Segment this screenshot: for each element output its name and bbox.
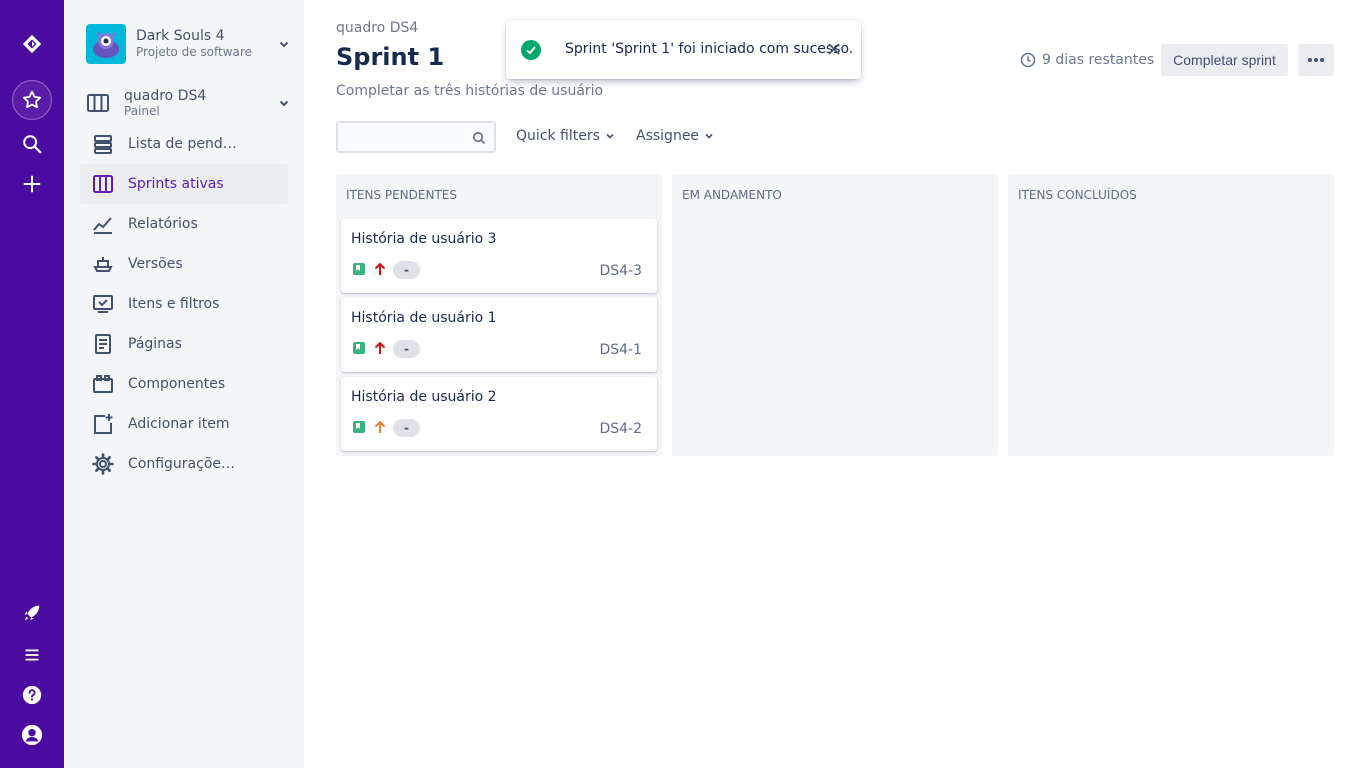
column-title: EM ANDAMENTO: [682, 188, 782, 202]
sidebar-item-settings[interactable]: Configurações ...: [80, 444, 288, 484]
sidebar-item-label: Adicionar item: [128, 416, 230, 432]
board-name: quadro DS4: [124, 87, 207, 104]
settings-icon: [92, 453, 114, 475]
project-name: Dark Souls 4: [136, 28, 225, 44]
backlog-icon: [94, 135, 112, 154]
issue-title: História de usuário 2: [351, 389, 497, 405]
board-type: Painel: [124, 103, 160, 118]
issue-key[interactable]: DS4-1: [599, 342, 642, 358]
estimate-badge: -: [393, 261, 420, 279]
reports-icon: [93, 217, 112, 234]
issue-card[interactable]: História de usuário 1 - DS4-1: [341, 298, 657, 372]
rocket-icon[interactable]: [12, 593, 52, 633]
board-column-in-progress: EM ANDAMENTO: [672, 174, 998, 456]
priority-medium-icon: [374, 420, 386, 433]
page-title: Sprint 1: [336, 43, 445, 71]
priority-high-icon: [374, 262, 386, 275]
toast-message: Sprint 'Sprint 1' foi iniciado com suces…: [565, 41, 854, 57]
days-remaining-label: 9 dias restantes: [1042, 52, 1155, 68]
more-actions-button[interactable]: [1298, 44, 1334, 76]
sidebar-item-label: Componentes: [128, 376, 226, 392]
board-column-done: ITENS CONCLUÍDOS: [1008, 174, 1334, 456]
search-icon: [472, 131, 486, 145]
issue-title: História de usuário 3: [351, 231, 497, 247]
plus-icon[interactable]: [12, 164, 52, 204]
days-remaining: 9 dias restantes: [1020, 52, 1154, 68]
chevron-down-icon[interactable]: [276, 95, 292, 111]
chevron-down-icon: [705, 133, 713, 139]
board-switcher[interactable]: quadro DS4 Painel: [86, 86, 292, 120]
sidebar-nav: Lista de pendê... Sprints ativas Relatór…: [80, 124, 288, 484]
components-icon: [93, 375, 113, 393]
sidebar-item-issues[interactable]: Itens e filtros: [80, 284, 288, 324]
chevron-down-icon: [606, 133, 614, 139]
more-icon: [1308, 58, 1324, 62]
global-nav-rail: [0, 0, 64, 768]
sidebar-item-label: Relatórios: [128, 216, 198, 232]
menu-icon[interactable]: [12, 635, 52, 675]
issue-key[interactable]: DS4-3: [599, 263, 642, 279]
search-icon[interactable]: [12, 124, 52, 164]
sidebar-item-label: Versões: [128, 256, 183, 272]
success-check-icon: [521, 40, 541, 60]
sidebar-item-label: Itens e filtros: [128, 296, 220, 312]
sidebar-item-releases[interactable]: Versões: [80, 244, 288, 284]
issues-icon: [93, 295, 113, 313]
sidebar-item-pages[interactable]: Páginas: [80, 324, 288, 364]
star-icon[interactable]: [12, 80, 52, 120]
quick-filters-label: Quick filters: [516, 128, 600, 144]
assignee-dropdown[interactable]: Assignee: [636, 128, 715, 144]
estimate-badge: -: [393, 340, 420, 358]
sprint-goal: Completar as três histórias de usuário: [336, 83, 604, 99]
project-avatar: [86, 24, 126, 64]
estimate-badge: -: [393, 419, 420, 437]
board-column-todo: ITENS PENDENTES História de usuário 3 - …: [336, 174, 662, 456]
project-header[interactable]: Dark Souls 4 Projeto de software: [86, 24, 292, 64]
user-avatar-icon[interactable]: [12, 715, 52, 755]
column-title: ITENS CONCLUÍDOS: [1018, 188, 1137, 202]
help-icon[interactable]: [12, 675, 52, 715]
sidebar-item-label: Configurações ...: [128, 456, 240, 472]
board-icon: [87, 94, 109, 112]
sidebar-item-label: Sprints ativas: [128, 176, 224, 192]
chevron-down-icon[interactable]: [276, 36, 292, 52]
add-item-icon: [94, 414, 113, 434]
breadcrumb[interactable]: quadro DS4: [336, 20, 418, 36]
issue-key[interactable]: DS4-2: [599, 421, 642, 437]
board-icon: [93, 175, 113, 193]
project-type: Projeto de software: [136, 45, 252, 59]
pages-icon: [95, 334, 111, 354]
releases-icon: [93, 257, 113, 272]
issue-card[interactable]: História de usuário 2 - DS4-2: [341, 377, 657, 451]
priority-high-icon: [374, 341, 386, 354]
complete-sprint-button[interactable]: Completar sprint: [1161, 44, 1288, 76]
project-sidebar: Dark Souls 4 Projeto de software quadro …: [64, 0, 304, 768]
sidebar-item-components[interactable]: Componentes: [80, 364, 288, 404]
story-icon: [353, 342, 365, 354]
issue-card[interactable]: História de usuário 3 - DS4-3: [341, 219, 657, 293]
sidebar-item-active-sprints[interactable]: Sprints ativas: [80, 164, 288, 204]
success-toast: Sprint 'Sprint 1' foi iniciado com suces…: [506, 20, 861, 79]
issue-title: História de usuário 1: [351, 310, 497, 326]
jira-logo-icon[interactable]: [12, 24, 52, 64]
quick-filters-dropdown[interactable]: Quick filters: [516, 128, 616, 144]
clock-icon: [1020, 52, 1036, 68]
main-content: quadro DS4 Sprint 1 Completar as três hi…: [304, 0, 1366, 768]
search-input[interactable]: [336, 121, 496, 153]
sidebar-item-label: Páginas: [128, 336, 182, 352]
close-icon[interactable]: [826, 41, 842, 57]
sidebar-item-reports[interactable]: Relatórios: [80, 204, 288, 244]
sidebar-item-backlog[interactable]: Lista de pendê...: [80, 124, 288, 164]
story-icon: [353, 421, 365, 433]
sidebar-item-add-item[interactable]: Adicionar item: [80, 404, 288, 444]
story-icon: [353, 263, 365, 275]
assignee-label: Assignee: [636, 128, 700, 144]
column-title: ITENS PENDENTES: [346, 188, 457, 202]
sidebar-item-label: Lista de pendê...: [128, 136, 240, 152]
